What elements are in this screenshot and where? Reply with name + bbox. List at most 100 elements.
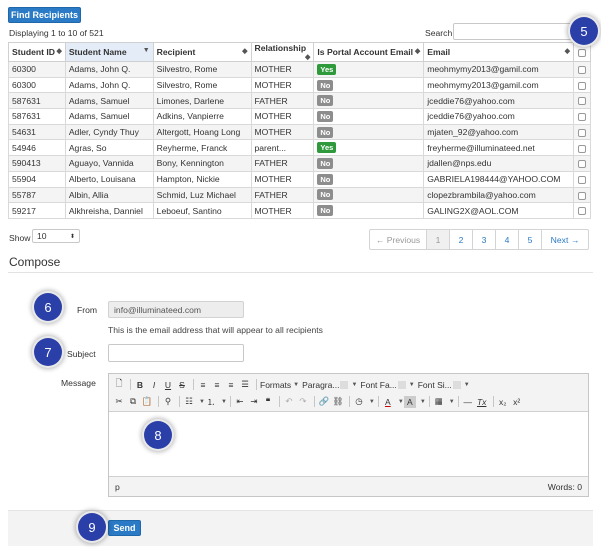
subject-input[interactable] — [108, 344, 244, 362]
row-checkbox[interactable] — [578, 66, 586, 75]
cell-student-name: Agras, So — [64, 139, 154, 157]
select-caret-icon: ⬍ — [69, 233, 75, 240]
toolbar-separator — [130, 379, 131, 390]
row-checkbox[interactable] — [578, 81, 586, 90]
paste-icon[interactable]: 📋 — [141, 396, 153, 408]
blockquote-button[interactable]: ❝ — [262, 396, 274, 408]
step-marker-5: 5 — [570, 17, 598, 45]
table-row[interactable]: 55787 Albin, Allia Schmid, Luz Michael FATH… — [8, 186, 591, 204]
toolbar-separator — [229, 396, 231, 407]
col-recipient[interactable]: Recipient ◆ — [152, 42, 252, 62]
table-row[interactable]: 59217 Alkhreisha, Danniel Leboeuf, Santino… — [8, 202, 591, 219]
link-icon[interactable]: 🔗 — [318, 396, 330, 408]
cell-student-id: 54946 — [8, 139, 66, 157]
align-center-icon[interactable]: ≡ — [211, 379, 223, 391]
cell-recipient: Schmid, Luz Michael — [152, 186, 252, 204]
row-checkbox[interactable] — [578, 97, 586, 106]
scroll-stub-icon — [452, 380, 461, 389]
search-input[interactable] — [453, 23, 573, 40]
send-button[interactable]: Send — [108, 520, 141, 536]
formats-dropdown[interactable]: Formats ▼ — [260, 379, 299, 391]
cell-select — [573, 186, 591, 204]
indent-icon[interactable]: ⇥ — [248, 396, 260, 408]
paragraph-dropdown[interactable]: Paragra... ▼ — [302, 379, 357, 391]
numbered-list-icon[interactable]: ⒈ — [205, 396, 217, 408]
superscript-button[interactable]: x² — [511, 396, 523, 408]
horizontal-rule-icon[interactable]: — — [462, 396, 474, 408]
col-relationship[interactable]: Relationship ◆ — [250, 42, 315, 62]
table-row[interactable]: 55904 Alberto, Louisana Hampton, Nickie MOT… — [8, 170, 591, 188]
strikethrough-button[interactable]: S — [176, 379, 188, 391]
cell-student-id: 59217 — [8, 202, 66, 219]
redo-icon[interactable]: ↷ — [297, 396, 309, 408]
row-checkbox[interactable] — [578, 113, 586, 122]
chevron-down-icon: ▼ — [408, 381, 415, 388]
page-3[interactable]: 3 — [473, 230, 496, 249]
cell-recipient: Leboeuf, Santino — [152, 202, 252, 219]
page-1[interactable]: 1 — [427, 230, 450, 249]
col-student-id[interactable]: Student ID ◆ — [8, 42, 66, 62]
table-icon[interactable]: ▦ — [433, 396, 445, 408]
sort-icon: ◆ — [242, 48, 248, 55]
insert-time-icon[interactable]: ◷ — [353, 396, 365, 408]
portal-status-badge: No — [317, 95, 334, 107]
table-row[interactable]: 590413 Aguayo, Vannida Bony, Kennington FAT… — [8, 155, 591, 172]
align-left-icon[interactable]: ≡ — [197, 379, 209, 391]
cell-portal-email: No — [313, 123, 425, 141]
italic-button[interactable]: I — [148, 379, 160, 391]
align-right-icon[interactable]: ≡ — [225, 379, 237, 391]
table-row[interactable]: 587631 Adams, Samuel Limones, Darlene FATHE… — [8, 92, 591, 110]
col-email[interactable]: Email ◆ — [423, 42, 574, 62]
cell-email: GALING2X@AOL.COM — [423, 202, 574, 219]
align-justify-icon[interactable]: ☰ — [239, 379, 251, 391]
cell-portal-email: No — [313, 108, 425, 125]
find-replace-icon[interactable]: ⚲ — [162, 396, 174, 408]
row-checkbox[interactable] — [578, 144, 586, 153]
cell-student-name: Adler, Cyndy Thuy — [64, 123, 154, 141]
page-2[interactable]: 2 — [450, 230, 473, 249]
text-color-button[interactable]: A — [382, 396, 394, 408]
table-row[interactable]: 54946 Agras, So Reyherme, Franck parent... Y… — [8, 139, 591, 157]
pagination-previous[interactable]: ← Previous — [370, 230, 427, 249]
cell-recipient: Bony, Kennington — [152, 155, 252, 172]
outdent-icon[interactable]: ⇤ — [234, 396, 246, 408]
bold-button[interactable]: B — [134, 379, 146, 391]
undo-icon[interactable]: ↶ — [283, 396, 295, 408]
table-row[interactable]: 60300 Adams, John Q. Silvestro, Rome MOTHER… — [8, 61, 591, 78]
word-count: Words: 0 — [547, 481, 582, 492]
editor-body[interactable] — [109, 413, 588, 476]
page-size-select[interactable]: 10 ⬍ — [32, 229, 80, 243]
underline-button[interactable]: U — [162, 379, 174, 391]
table-row[interactable]: 587631 Adams, Samuel Adkins, Vanpierre MOTH… — [8, 108, 591, 125]
font-family-dropdown[interactable]: Font Fa... ▼ — [360, 379, 414, 391]
find-recipients-button[interactable]: Find Recipients — [8, 7, 81, 23]
subscript-button[interactable]: x₂ — [497, 396, 509, 408]
col-portal-email[interactable]: Is Portal Account Email ◆ — [313, 42, 425, 62]
cell-relationship: FATHER — [250, 186, 315, 204]
copy-icon[interactable]: ⧉ — [127, 396, 139, 408]
pagination-next[interactable]: Next → — [542, 230, 588, 249]
col-student-name[interactable]: Student Name ▼ — [64, 42, 154, 62]
cell-portal-email: No — [313, 202, 425, 219]
row-checkbox[interactable] — [578, 207, 586, 216]
unlink-icon[interactable]: ⛓ — [332, 396, 344, 408]
cell-email: jceddie76@yahoo.com — [423, 108, 574, 125]
table-row[interactable]: 54631 Adler, Cyndy Thuy Altergott, Hoang L… — [8, 123, 591, 141]
row-checkbox[interactable] — [578, 160, 586, 169]
remove-format-button[interactable]: Tx — [476, 396, 488, 408]
select-all-checkbox[interactable] — [578, 48, 586, 57]
cell-portal-email: No — [313, 186, 425, 204]
col-select-all[interactable] — [573, 42, 591, 62]
row-checkbox[interactable] — [578, 128, 586, 137]
page-5[interactable]: 5 — [519, 230, 542, 249]
font-size-dropdown[interactable]: Font Si... ▼ — [418, 379, 470, 391]
page-4[interactable]: 4 — [496, 230, 519, 249]
row-checkbox[interactable] — [578, 175, 586, 184]
background-color-button[interactable]: A — [403, 395, 416, 408]
row-checkbox[interactable] — [578, 191, 586, 200]
new-document-icon[interactable]: 🗋 — [113, 378, 125, 391]
table-row[interactable]: 60300 Adams, John Q. Silvestro, Rome MOTHER… — [8, 76, 591, 94]
cut-icon[interactable]: ✂ — [113, 396, 125, 408]
bullet-list-icon[interactable]: ☷ — [183, 396, 195, 408]
search-label: Search — [425, 28, 453, 38]
